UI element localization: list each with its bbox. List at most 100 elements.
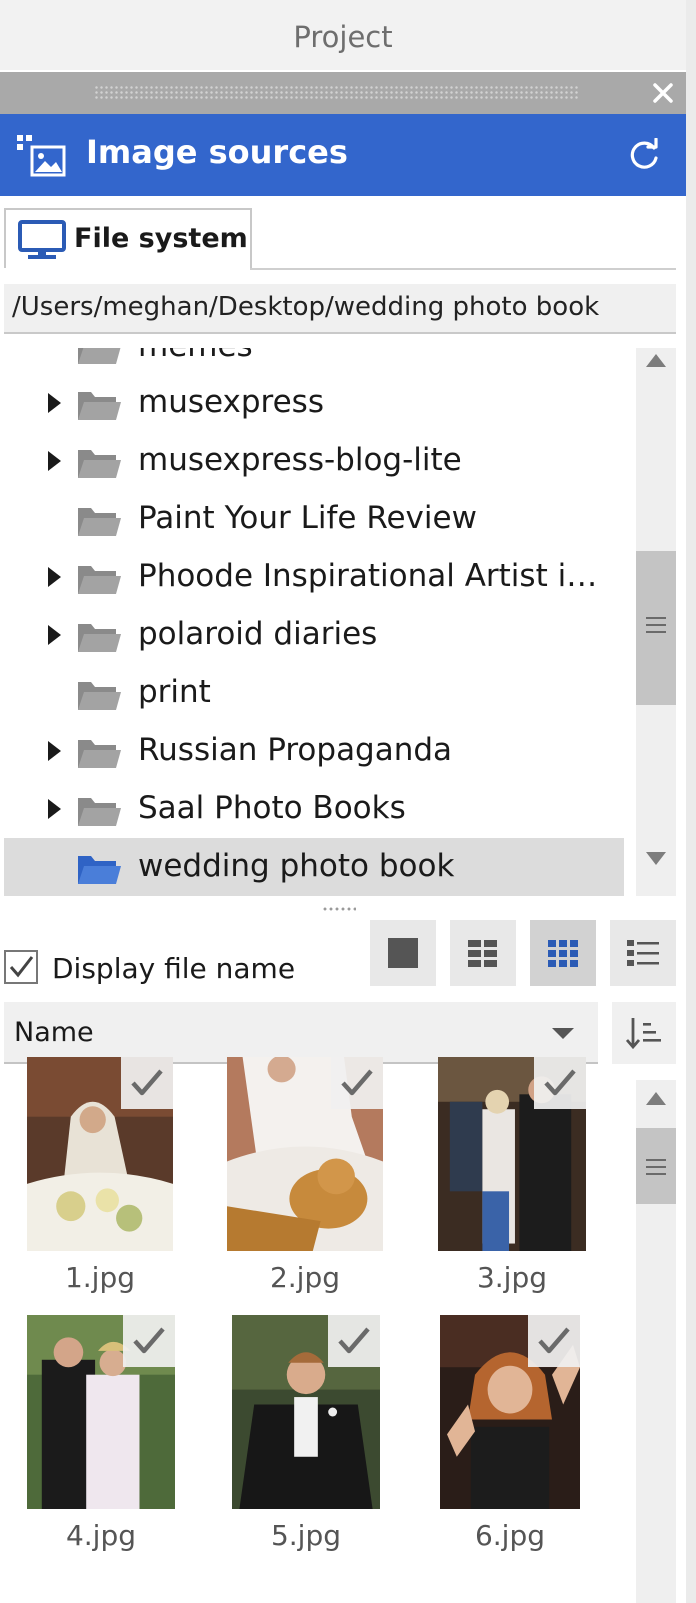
tree-item-label: memes [138,348,253,364]
tree-item[interactable]: wedding photo book [4,838,624,896]
tree-item-label: Saal Photo Books [138,790,406,826]
tree-scrollbar[interactable] [636,348,676,896]
selection-check[interactable] [121,1057,173,1109]
project-title-bar: Project [0,0,686,70]
checkmark-icon [133,1327,165,1354]
view-single-button[interactable] [370,920,436,986]
view-medium-grid-button[interactable] [450,920,516,986]
folder-icon [78,450,121,478]
medium-grid-icon [468,940,497,967]
expand-arrow-icon[interactable] [48,393,61,413]
scroll-thumb[interactable] [636,1128,676,1204]
folder-icon [78,508,121,536]
scroll-up-icon[interactable] [646,1092,666,1105]
pane-splitter[interactable] [322,906,356,912]
photo-thumbnail[interactable] [232,1315,380,1509]
thumbnail-scrollbar[interactable] [636,1080,676,1603]
scroll-thumb[interactable] [636,551,676,705]
photo-thumbnail[interactable] [27,1057,173,1251]
selection-check[interactable] [534,1057,586,1109]
tab-label: File system [74,223,248,254]
expand-arrow-icon[interactable] [48,625,61,645]
tree-item-label: Phoode Inspirational Artist i… [138,558,598,594]
file-name-label: 1.jpg [64,1261,136,1294]
file-name-label: 5.jpg [270,1519,342,1552]
folder-tree: memes musexpress musexpress-blog-lite Paint… [0,348,634,900]
path-text: /Users/meghan/Desktop/wedding photo book [12,292,600,322]
tree-item[interactable]: Phoode Inspirational Artist i… [4,548,624,606]
refresh-icon[interactable] [626,138,662,174]
small-grid-icon [548,940,578,967]
photo-thumbnail[interactable] [27,1315,175,1509]
scroll-down-icon[interactable] [646,852,666,865]
file-name-label: 6.jpg [474,1519,546,1552]
panel-drag-handle[interactable] [0,72,686,114]
folder-icon [78,392,121,420]
expand-arrow-icon[interactable] [48,741,61,761]
file-name-label: 4.jpg [65,1519,137,1552]
grip-line [646,631,666,633]
checkmark-icon [9,956,34,978]
panel-title: Image sources [86,133,348,171]
monitor-icon [18,220,66,259]
checkmark-icon [338,1327,370,1354]
grip-line [646,1173,666,1175]
sort-selected-value: Name [14,1017,94,1048]
tree-item[interactable]: print [4,664,624,722]
tree-item[interactable]: polaroid diaries [4,606,624,664]
tree-item-label: print [138,674,211,710]
grip-line [646,1166,666,1168]
scroll-up-icon[interactable] [646,354,666,367]
expand-arrow-icon[interactable] [48,451,61,471]
checkmark-icon [131,1069,163,1096]
selection-check[interactable] [328,1315,380,1367]
sort-ascending-icon [625,1018,661,1050]
photo-thumbnail[interactable] [440,1315,580,1509]
selection-check[interactable] [331,1057,383,1109]
tree-item[interactable]: Paint Your Life Review [4,490,624,548]
tree-item-label: Russian Propaganda [138,732,453,768]
sort-select[interactable]: Name [4,1002,598,1064]
expand-arrow-icon[interactable] [48,799,61,819]
close-icon[interactable] [648,78,678,108]
display-file-name-checkbox[interactable] [4,950,38,984]
tree-item[interactable]: musexpress [4,374,624,432]
project-title: Project [293,20,393,54]
source-tabs: File system [0,196,686,272]
checkmark-icon [544,1069,576,1096]
panel-header: Image sources [0,114,686,196]
path-field[interactable]: /Users/meghan/Desktop/wedding photo book [4,284,676,334]
tree-item[interactable]: Russian Propaganda [4,722,624,780]
photo-thumbnail[interactable] [227,1057,383,1251]
tree-item-label: polaroid diaries [138,616,378,652]
tree-item[interactable]: memes [4,348,624,376]
drag-dots [94,85,580,99]
tree-item[interactable]: musexpress-blog-lite [4,432,624,490]
tab-file-system[interactable]: File system [4,208,252,268]
tree-item-label: Paint Your Life Review [138,500,477,536]
tree-item-label: wedding photo book [138,848,455,884]
folder-icon [78,740,121,768]
selection-check[interactable] [123,1315,175,1367]
folder-icon [78,566,121,594]
chevron-down-icon [552,1028,574,1039]
sort-order-button[interactable] [612,1002,676,1064]
checkmark-icon [341,1069,373,1096]
grip-line [646,617,666,619]
photo-thumbnail[interactable] [438,1057,586,1251]
folder-icon [78,624,121,652]
selection-check[interactable] [528,1315,580,1367]
single-view-icon [388,938,418,968]
view-small-grid-button[interactable] [530,920,596,986]
file-name-label: 3.jpg [476,1261,548,1294]
tree-item-label: musexpress [138,384,324,420]
grip-line [646,1159,666,1161]
view-list-button[interactable] [610,920,676,986]
folder-open-icon [78,856,121,884]
list-view-icon [627,940,659,966]
folder-icon [78,682,121,710]
tree-item[interactable]: Saal Photo Books [4,780,624,838]
expand-arrow-icon[interactable] [48,567,61,587]
file-name-label: 2.jpg [269,1261,341,1294]
window-edge [686,0,696,1603]
